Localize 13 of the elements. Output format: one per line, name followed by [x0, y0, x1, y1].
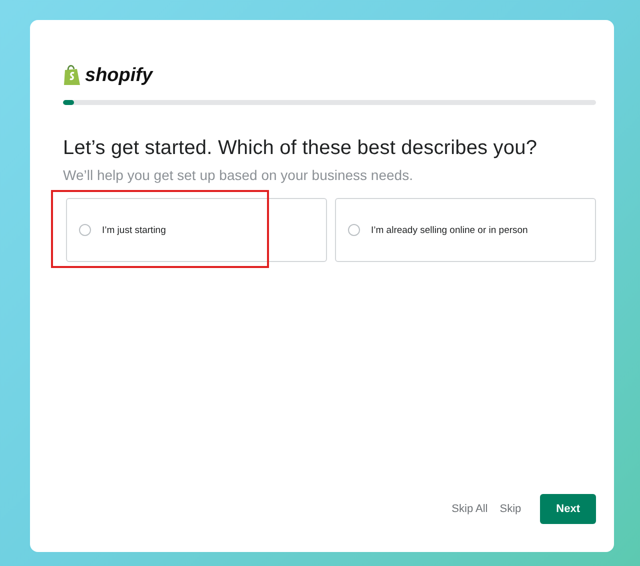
option-label: I’m just starting: [102, 224, 166, 236]
radio-button[interactable]: [348, 224, 360, 236]
next-button[interactable]: Next: [540, 494, 596, 524]
option-card[interactable]: I’m already selling online or in person: [335, 198, 596, 262]
shopping-bag-icon: [63, 64, 81, 86]
skip-button[interactable]: Skip All: [448, 499, 491, 519]
option-label: I’m already selling online or in person: [371, 224, 528, 236]
heading: Let’s get started. Which of these best describes you?: [63, 137, 538, 160]
option-card[interactable]: I’m just starting: [66, 198, 327, 262]
subtitle: We’ll help you get set up based on your business needs.: [63, 167, 414, 183]
skip-button[interactable]: Skip: [496, 499, 524, 519]
logo-wordmark: shopify: [85, 66, 153, 86]
radio-button[interactable]: [79, 224, 91, 236]
